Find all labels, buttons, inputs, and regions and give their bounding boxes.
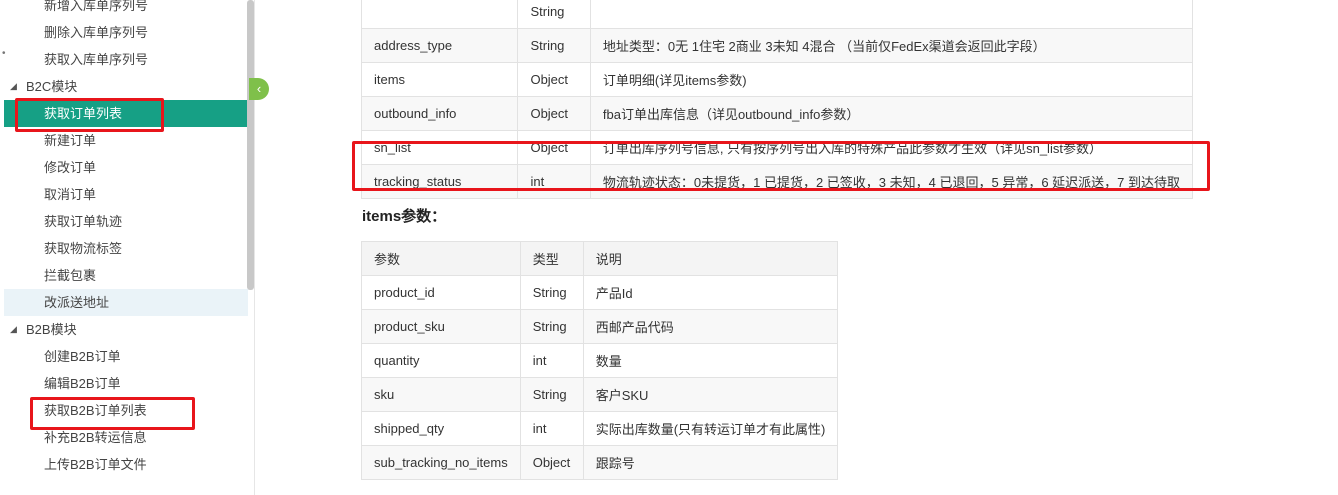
param-desc: 订单明细(详见items参数) bbox=[589, 62, 1194, 97]
table-row: address_type String 地址类型：0无 1住宅 2商业 3未知 … bbox=[360, 28, 1194, 63]
collapse-triangle-icon: ◢ bbox=[10, 81, 17, 91]
param-name bbox=[360, 0, 519, 29]
param-desc: 地址类型：0无 1住宅 2商业 3未知 4混合 （当前仅FedEx渠道会返回此字… bbox=[589, 28, 1194, 63]
group-label: B2B模块 bbox=[26, 322, 77, 337]
sidebar-item-upload-b2b-file[interactable]: 上传B2B订单文件 bbox=[4, 451, 248, 478]
sidebar-group-b2b[interactable]: ◢ B2B模块 bbox=[0, 316, 248, 343]
table-row: outbound_info Object fba订单出库信息（详见outboun… bbox=[360, 96, 1194, 131]
param-name: items bbox=[360, 62, 519, 97]
sidebar-item-edit-order[interactable]: 修改订单 bbox=[4, 154, 248, 181]
sidebar-item-order-track[interactable]: 获取订单轨迹 bbox=[4, 208, 248, 235]
highlight-box-tracking-status bbox=[352, 141, 1210, 191]
param-type: Object bbox=[519, 445, 584, 480]
sidebar-item-delete-inbound-sn[interactable]: 删除入库单序列号 bbox=[4, 19, 248, 46]
sidebar-group-b2c[interactable]: ◢ B2C模块 bbox=[0, 73, 248, 100]
param-type: int bbox=[519, 411, 584, 446]
param-type: String bbox=[517, 28, 591, 63]
sidebar-item-get-inbound-sn[interactable]: 获取入库单序列号 bbox=[4, 46, 248, 73]
param-name: sku bbox=[361, 377, 521, 412]
table-row: items Object 订单明细(详见items参数) bbox=[360, 62, 1194, 97]
table-row: product_id String 产品Id bbox=[361, 275, 839, 310]
param-desc: 数量 bbox=[582, 343, 839, 378]
param-name: product_sku bbox=[361, 309, 521, 344]
param-type: String bbox=[519, 309, 584, 344]
highlight-box-b2b-order-list bbox=[30, 397, 195, 430]
param-type: String bbox=[519, 377, 584, 412]
column-header: 参数 bbox=[361, 241, 521, 276]
table-row: sub_tracking_no_items Object 跟踪号 bbox=[361, 445, 839, 480]
param-desc: 产品Id bbox=[582, 275, 839, 310]
collapse-triangle-icon: ◢ bbox=[10, 324, 17, 334]
table-header-row: 参数 类型 说明 bbox=[361, 241, 839, 276]
sidebar-item-cancel-order[interactable]: 取消订单 bbox=[4, 181, 248, 208]
param-type: String bbox=[517, 0, 591, 29]
table-row: sku String 客户SKU bbox=[361, 377, 839, 412]
param-desc: 实际出库数量(只有转运订单才有此属性) bbox=[582, 411, 839, 446]
param-name: quantity bbox=[361, 343, 521, 378]
param-type: Object bbox=[517, 62, 591, 97]
param-name: address_type bbox=[360, 28, 519, 63]
sidebar-item-shipping-label[interactable]: 获取物流标签 bbox=[4, 235, 248, 262]
sidebar-item-change-address[interactable]: 改派送地址 bbox=[4, 289, 248, 316]
column-header: 类型 bbox=[519, 241, 584, 276]
param-desc: 客户SKU bbox=[582, 377, 839, 412]
param-name: shipped_qty bbox=[361, 411, 521, 446]
param-type: Object bbox=[517, 96, 591, 131]
table-row: quantity int 数量 bbox=[361, 343, 839, 378]
column-header: 说明 bbox=[582, 241, 839, 276]
param-desc: 西邮产品代码 bbox=[582, 309, 839, 344]
items-params-table: 参数 类型 说明 product_id String 产品Id product_… bbox=[361, 241, 839, 480]
param-name: product_id bbox=[361, 275, 521, 310]
table-row: shipped_qty int 实际出库数量(只有转运订单才有此属性) bbox=[361, 411, 839, 446]
param-name: sub_tracking_no_items bbox=[361, 445, 521, 480]
param-type: int bbox=[519, 343, 584, 378]
param-name: outbound_info bbox=[360, 96, 519, 131]
sidebar-scrollbar[interactable] bbox=[247, 0, 254, 290]
sidebar-item-edit-b2b-order[interactable]: 编辑B2B订单 bbox=[4, 370, 248, 397]
collapse-sidebar-button[interactable]: ‹ bbox=[249, 78, 269, 100]
param-desc bbox=[589, 0, 1194, 29]
param-desc: fba订单出库信息（详见outbound_info参数） bbox=[589, 96, 1194, 131]
sidebar-item-intercept-package[interactable]: 拦截包裹 bbox=[4, 262, 248, 289]
param-type: String bbox=[519, 275, 584, 310]
items-section-heading: items参数： bbox=[362, 208, 447, 225]
highlight-box-order-list bbox=[15, 98, 164, 132]
table-row: product_sku String 西邮产品代码 bbox=[361, 309, 839, 344]
param-desc: 跟踪号 bbox=[582, 445, 839, 480]
sidebar-item-create-b2b-order[interactable]: 创建B2B订单 bbox=[4, 343, 248, 370]
group-label: B2C模块 bbox=[26, 79, 78, 94]
sidebar-item-add-inbound-sn[interactable]: 新增入库单序列号 bbox=[4, 0, 248, 19]
table-row: String bbox=[360, 0, 1194, 29]
